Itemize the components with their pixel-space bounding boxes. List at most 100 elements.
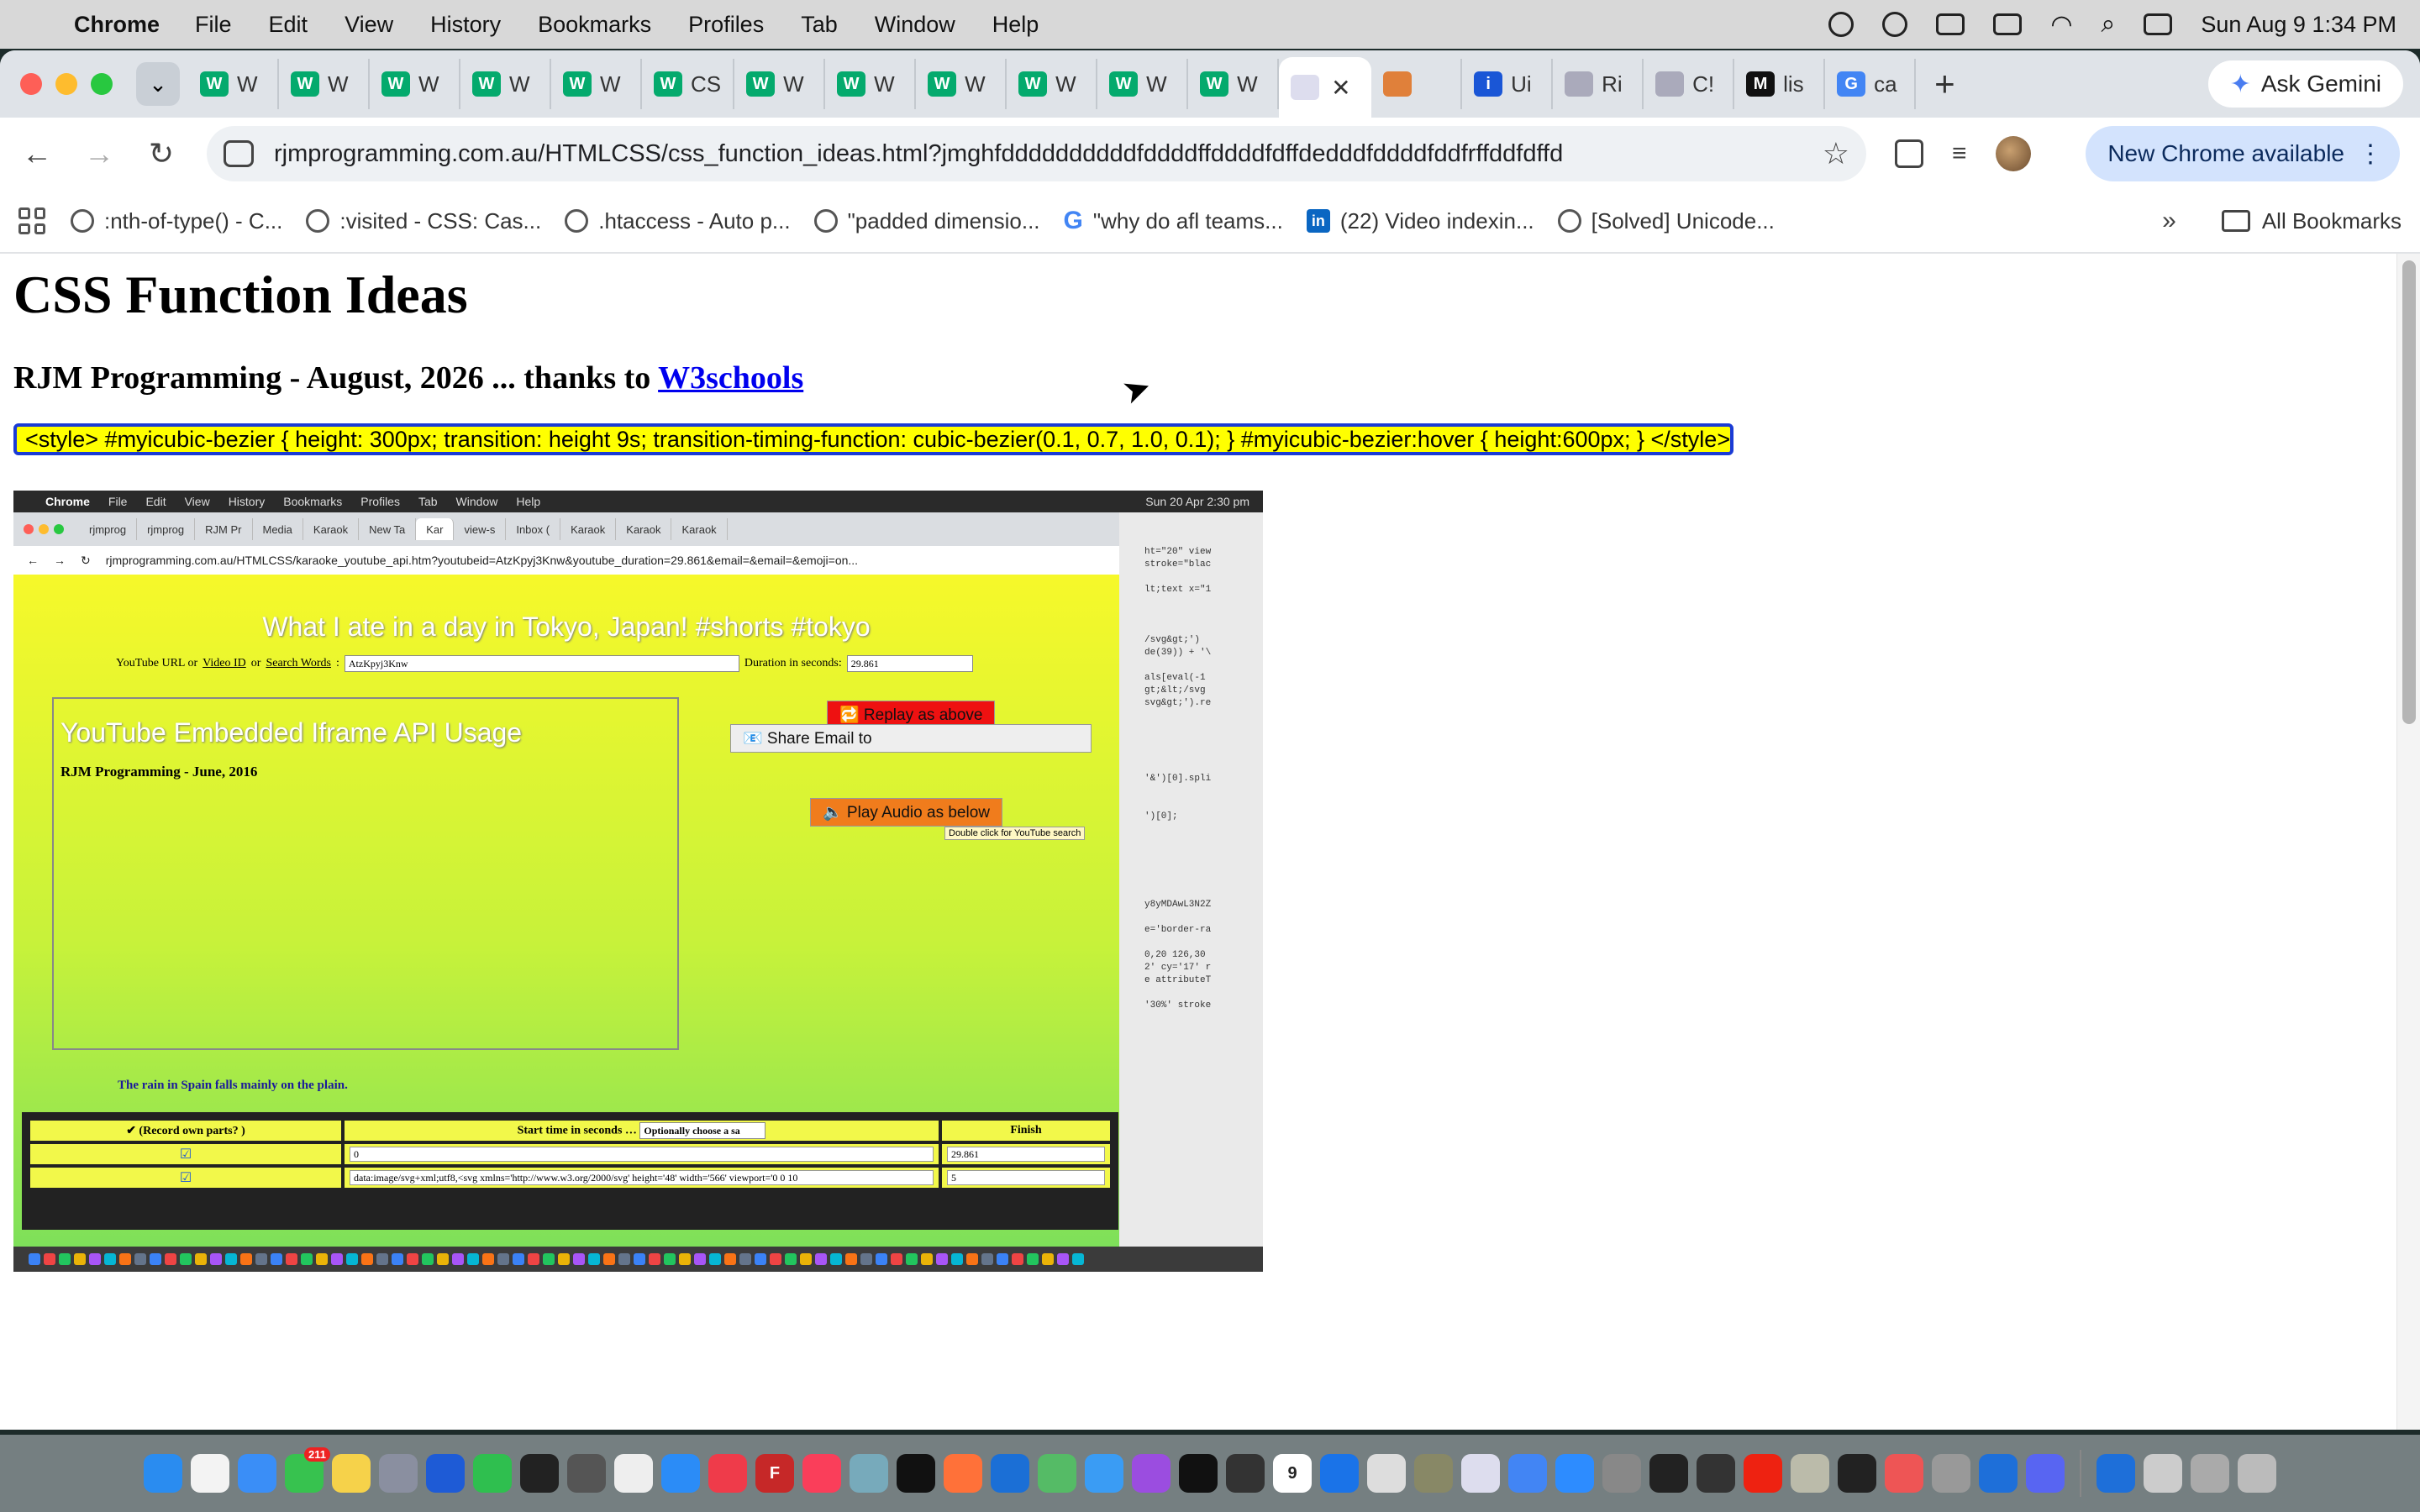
freeform-icon[interactable] xyxy=(426,1454,465,1493)
menu-tab[interactable]: Tab xyxy=(801,12,838,38)
spotlight-search-icon[interactable]: ⌕ xyxy=(2102,10,2116,39)
app-menu-chrome[interactable]: Chrome xyxy=(74,12,160,38)
obs-icon[interactable] xyxy=(1697,1454,1735,1493)
profile-avatar[interactable] xyxy=(1995,136,2031,171)
messenger-status-icon[interactable] xyxy=(1828,12,1854,37)
tab-11[interactable]: WW xyxy=(1188,59,1280,109)
tab-10[interactable]: WW xyxy=(1097,59,1189,109)
console-icon[interactable] xyxy=(1226,1454,1265,1493)
bbedit-icon[interactable] xyxy=(1038,1454,1076,1493)
messages-icon[interactable]: 211 xyxy=(285,1447,330,1493)
menu-view[interactable]: View xyxy=(345,12,393,38)
bookmark-item[interactable]: "padded dimensio... xyxy=(813,208,1040,234)
menubar-clock[interactable]: Sun Aug 9 1:34 PM xyxy=(2201,12,2396,38)
reminders-icon[interactable] xyxy=(191,1454,229,1493)
inkscape-icon[interactable] xyxy=(1649,1454,1688,1493)
gimp-icon[interactable] xyxy=(1414,1454,1453,1493)
terminal2-icon[interactable] xyxy=(1179,1454,1218,1493)
tab-5[interactable]: W CS xyxy=(642,59,735,109)
close-window-button[interactable] xyxy=(20,73,42,95)
app-store-icon[interactable] xyxy=(661,1454,700,1493)
battery-icon[interactable] xyxy=(1993,13,2023,35)
documents-icon[interactable] xyxy=(2191,1454,2229,1493)
tab-after-0[interactable] xyxy=(1371,59,1463,109)
reload-button[interactable]: ↻ xyxy=(145,136,178,171)
css-style-select[interactable]: <style> #myicubic-bezier { height: 300px… xyxy=(13,423,1733,455)
bookmark-item[interactable]: G "why do afl teams... xyxy=(1064,207,1283,235)
podcasts-icon[interactable] xyxy=(1132,1454,1171,1493)
textedit-icon[interactable] xyxy=(614,1454,653,1493)
tab-after-5[interactable]: Gca xyxy=(1825,59,1917,109)
ask-gemini-button[interactable]: ✦ Ask Gemini xyxy=(2207,60,2403,108)
kebab-menu-icon[interactable]: ⋮ xyxy=(2358,139,2383,169)
pinwheel-icon[interactable] xyxy=(1885,1454,1923,1493)
preview-icon[interactable] xyxy=(850,1454,888,1493)
zoom-icon[interactable] xyxy=(1555,1454,1594,1493)
keyboard-status-icon[interactable] xyxy=(1936,13,1965,35)
contacts-icon[interactable] xyxy=(1791,1454,1829,1493)
menu-bookmarks[interactable]: Bookmarks xyxy=(538,12,651,38)
firefox-icon[interactable] xyxy=(944,1454,982,1493)
url-text[interactable]: rjmprogramming.com.au/HTMLCSS/css_functi… xyxy=(274,140,1823,168)
safari-icon[interactable] xyxy=(1085,1454,1123,1493)
wifi-icon[interactable]: ◠ xyxy=(2050,10,2072,39)
play-status-icon[interactable] xyxy=(1882,12,1908,37)
facetime-icon[interactable] xyxy=(473,1454,512,1493)
tab-after-2[interactable]: Ri xyxy=(1553,59,1644,109)
embedded-screenshot-image[interactable]: Chrome File Edit View History Bookmarks … xyxy=(13,491,1263,1272)
tab-after-1[interactable]: i Ui xyxy=(1462,59,1554,109)
menu-edit[interactable]: Edit xyxy=(269,12,308,38)
address-bar[interactable]: rjmprogramming.com.au/HTMLCSS/css_functi… xyxy=(207,126,1866,181)
news-icon[interactable] xyxy=(708,1454,747,1493)
calendar-icon[interactable]: 9 xyxy=(1273,1454,1312,1493)
more-bookmarks-chevron-icon[interactable]: » xyxy=(2162,207,2176,235)
bookmark-item[interactable]: [Solved] Unicode... xyxy=(1557,208,1775,234)
new-chrome-available-button[interactable]: New Chrome available ⋮ xyxy=(2086,126,2400,181)
bookmark-item[interactable]: :visited - CSS: Cas... xyxy=(306,208,541,234)
tab-9[interactable]: WW xyxy=(1007,59,1098,109)
page-scrollbar[interactable] xyxy=(2396,254,2420,1430)
tab-6[interactable]: WW xyxy=(734,59,826,109)
back-button[interactable]: ← xyxy=(20,136,54,171)
media-controls-icon[interactable]: ≡ xyxy=(1952,139,1967,168)
chrome-icon[interactable] xyxy=(1508,1454,1547,1493)
bookmark-item[interactable]: .htaccess - Auto p... xyxy=(565,208,791,234)
menu-help[interactable]: Help xyxy=(992,12,1039,38)
new-tab-button[interactable]: + xyxy=(1934,64,1955,104)
tab-4[interactable]: WW xyxy=(551,59,642,109)
opera-icon[interactable] xyxy=(1744,1454,1782,1493)
extensions-icon[interactable] xyxy=(1895,139,1923,168)
tab-2[interactable]: WW xyxy=(370,59,460,109)
tab-after-4[interactable]: Mlis xyxy=(1734,59,1826,109)
textedit2-icon[interactable] xyxy=(1979,1454,2018,1493)
menu-profiles[interactable]: Profiles xyxy=(688,12,764,38)
menu-history[interactable]: History xyxy=(430,12,501,38)
bookmark-star-icon[interactable]: ☆ xyxy=(1823,136,1849,171)
xcode-icon[interactable] xyxy=(991,1454,1029,1493)
github-icon[interactable] xyxy=(1838,1454,1876,1493)
apps-grid-icon[interactable] xyxy=(18,207,45,234)
tab-after-3[interactable]: C! xyxy=(1644,59,1735,109)
menu-window[interactable]: Window xyxy=(875,12,955,38)
trash-icon[interactable] xyxy=(2238,1454,2276,1493)
quicktime-icon[interactable] xyxy=(1320,1454,1359,1493)
scrollbar-thumb[interactable] xyxy=(2402,260,2416,724)
tab-7[interactable]: WW xyxy=(825,59,917,109)
forward-button[interactable]: → xyxy=(82,136,116,171)
bookmark-item[interactable]: in (22) Video indexin... xyxy=(1306,208,1534,234)
bookmark-item[interactable]: :nth-of-type() - C... xyxy=(71,208,282,234)
all-bookmarks-button[interactable]: All Bookmarks xyxy=(2221,208,2402,234)
discord-icon[interactable] xyxy=(2026,1454,2065,1493)
finder-icon[interactable] xyxy=(144,1454,182,1493)
tab-3[interactable]: WW xyxy=(460,59,551,109)
tab-0[interactable]: WW xyxy=(188,59,279,109)
menu-file[interactable]: File xyxy=(195,12,232,38)
close-tab-icon[interactable]: ✕ xyxy=(1331,74,1350,102)
tab-8[interactable]: WW xyxy=(916,59,1007,109)
tab-search-chevron-icon[interactable]: ⌄ xyxy=(136,62,180,106)
downloads-icon[interactable] xyxy=(2144,1454,2182,1493)
site-info-icon[interactable] xyxy=(224,140,254,167)
apple-tv-icon[interactable] xyxy=(897,1454,935,1493)
music-icon[interactable] xyxy=(802,1454,841,1493)
control-center-icon[interactable] xyxy=(2144,13,2173,35)
